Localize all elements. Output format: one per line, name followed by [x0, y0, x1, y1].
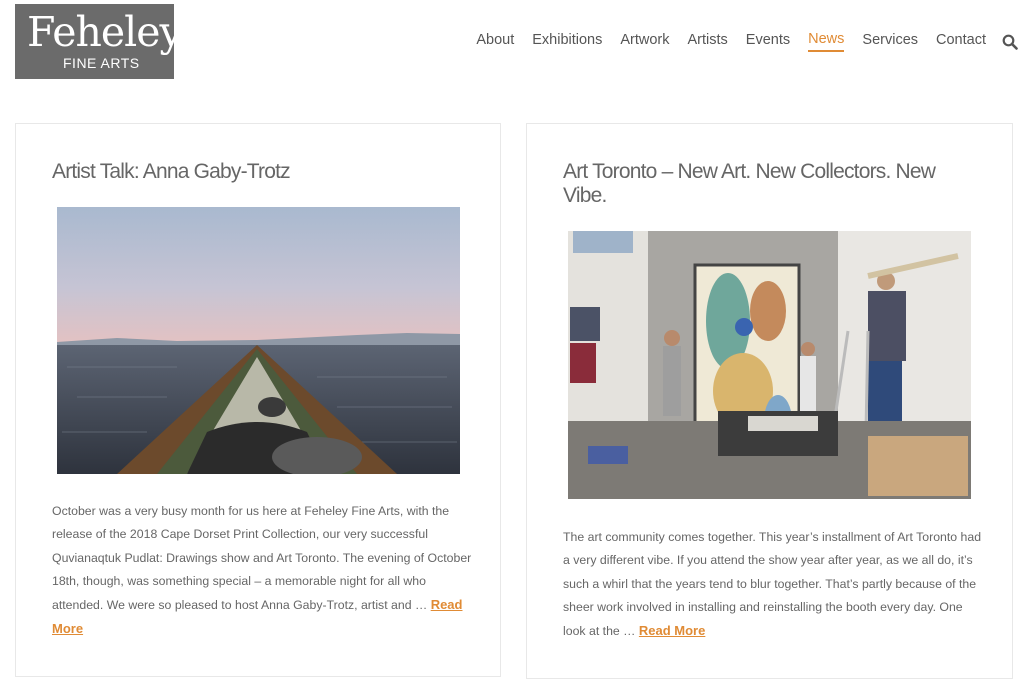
nav-item-artwork[interactable]: Artwork: [620, 32, 669, 51]
excerpt-text: October was a very busy month for us her…: [52, 504, 472, 613]
nav-item-events[interactable]: Events: [746, 32, 790, 51]
search-icon[interactable]: [1002, 34, 1018, 50]
logo-subtitle: FINE ARTS: [63, 55, 140, 71]
post-title[interactable]: Art Toronto – New Art. New Collectors. N…: [563, 160, 983, 208]
excerpt-text: The art community comes together. This y…: [563, 530, 982, 639]
news-card: Artist Talk: Anna Gaby-Trotz October was…: [15, 123, 501, 677]
nav-item-services[interactable]: Services: [862, 32, 918, 51]
main-nav: About Exhibitions Artwork Artists Events…: [458, 31, 1018, 52]
nav-item-exhibitions[interactable]: Exhibitions: [532, 32, 602, 51]
post-title[interactable]: Artist Talk: Anna Gaby-Trotz: [52, 160, 472, 184]
nav-item-artists[interactable]: Artists: [688, 32, 728, 51]
post-excerpt: October was a very busy month for us her…: [52, 500, 472, 642]
logo-wordmark: Feheley: [27, 8, 183, 56]
news-card: Art Toronto – New Art. New Collectors. N…: [526, 123, 1013, 679]
post-image-canoe[interactable]: [57, 207, 460, 474]
nav-item-contact[interactable]: Contact: [936, 32, 986, 51]
nav-item-news[interactable]: News: [808, 31, 845, 52]
post-excerpt: The art community comes together. This y…: [563, 526, 983, 643]
nav-item-about[interactable]: About: [476, 32, 514, 51]
read-more-link[interactable]: Read More: [639, 623, 705, 638]
site-logo[interactable]: Feheley FINE ARTS: [15, 4, 183, 79]
post-image-art-fair[interactable]: [568, 231, 971, 499]
